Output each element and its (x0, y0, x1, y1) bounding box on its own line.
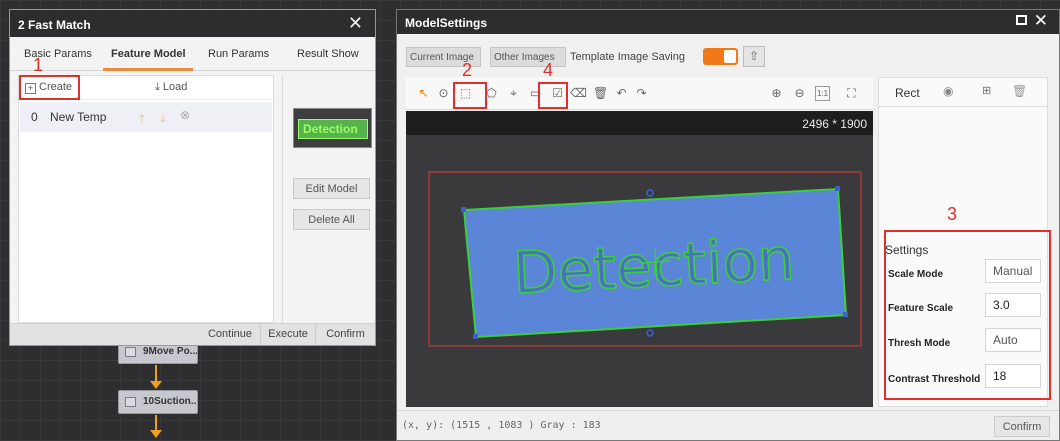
load-button[interactable]: ⤓ Load (155, 81, 187, 94)
roi-handle[interactable] (835, 186, 840, 191)
other-images-button[interactable]: Other Images (490, 47, 566, 67)
close-icon[interactable]: ✕ (1034, 11, 1048, 31)
panel-title-bar: 2 Fast Match ✕ (10, 10, 375, 37)
image-canvas[interactable]: 2496 * 1900 Detection (406, 111, 873, 407)
arrow-down-icon[interactable]: 🡓 (160, 110, 166, 129)
close-icon[interactable]: ✕ (348, 13, 363, 34)
annotation-box-create (19, 75, 80, 100)
confirm-button[interactable]: Confirm (315, 324, 375, 345)
panel-footer: Continue Execute Confirm (10, 323, 375, 345)
tab-bar: Basic Params Feature Model Run Params Re… (10, 37, 375, 71)
cursor-coordinates: (x, y): (1515 , 1083 ) Gray : 183 (402, 420, 601, 431)
continue-button[interactable]: Continue (200, 324, 260, 345)
annotation-box-rect-tool (453, 82, 487, 109)
arrow-up-icon[interactable]: 🡑 (139, 110, 145, 129)
confirm-button[interactable]: Confirm (994, 416, 1050, 437)
window-title-bar: ModelSettings ✕ (397, 10, 1059, 34)
shape-label: Rect (895, 86, 920, 100)
active-tab-indicator (103, 68, 193, 71)
circle-tool-icon[interactable]: ⊙ (436, 86, 451, 101)
tab-result-show[interactable]: Result Show (297, 48, 359, 60)
fast-match-panel: 2 Fast Match ✕ Basic Params Feature Mode… (9, 9, 376, 346)
fit-window-icon[interactable]: ⛶ (844, 86, 859, 101)
flow-node-suction[interactable]: 10Suction... (118, 390, 198, 414)
center-tool-icon[interactable]: ⌖ (506, 86, 521, 101)
panel-title: 2 Fast Match (18, 18, 91, 32)
eraser-icon[interactable]: ⌫ (570, 86, 587, 101)
zoom-in-icon[interactable]: ⊕ (769, 86, 784, 101)
flow-arrow-icon (150, 430, 162, 438)
annotation-number: 1 (33, 55, 44, 75)
rotate-handle[interactable] (646, 189, 654, 197)
download-icon: ⤓ (155, 81, 160, 93)
module-icon (125, 347, 136, 357)
delete-shape-icon[interactable]: 🗑 (1012, 84, 1027, 98)
list-item[interactable]: 0 New Temp 🡑 🡓 ⊗ (20, 102, 272, 132)
maximize-icon[interactable] (1016, 15, 1027, 25)
template-name: New Temp (50, 110, 107, 124)
upload-icon[interactable]: ⇧ (743, 46, 765, 67)
load-label: Load (162, 81, 188, 93)
remove-icon[interactable]: ⊗ (180, 108, 190, 122)
roi-handle[interactable] (461, 207, 466, 212)
roi-handle[interactable] (843, 312, 848, 317)
thumbnail-text: Detection (298, 119, 368, 139)
status-bar: (x, y): (1515 , 1083 ) Gray : 183 Confir… (397, 410, 1059, 440)
module-icon (125, 397, 136, 407)
delete-all-button[interactable]: Delete All (293, 209, 370, 230)
annotation-box-settings (884, 230, 1051, 400)
template-index: 0 (31, 110, 38, 124)
tab-feature-model[interactable]: Feature Model (111, 48, 186, 60)
annotation-number: 2 (462, 60, 473, 80)
roi-handle[interactable] (646, 329, 654, 337)
template-saving-label: Template Image Saving (570, 51, 685, 63)
template-thumbnail: Detection (293, 108, 372, 148)
toggle-knob (724, 50, 736, 63)
template-list: + Create ⤓ Load 0 New Temp 🡑 🡓 ⊗ (18, 75, 274, 323)
tab-run-params[interactable]: Run Params (208, 48, 269, 60)
flow-node-label: 10Suction... (143, 396, 198, 407)
template-saving-toggle[interactable] (703, 48, 738, 65)
redo-icon[interactable]: ↷ (634, 86, 649, 101)
add-shape-icon[interactable]: ⊞ (982, 84, 991, 97)
annotation-number: 3 (947, 204, 958, 224)
delete-icon[interactable]: 🗑 (593, 86, 608, 101)
pointer-icon[interactable]: ↖ (416, 86, 431, 101)
roi-overlay: Detection (428, 171, 862, 347)
edit-model-button[interactable]: Edit Model (293, 178, 370, 199)
eye-icon[interactable]: ◉ (943, 84, 953, 98)
annotation-number: 4 (543, 60, 554, 80)
image-source-bar: Current Image Other Images Template Imag… (406, 46, 1046, 68)
shape-toolbar: Rect ◉ ⊞ 🗑 (879, 78, 1047, 107)
flow-node-label: 9Move Po... (143, 346, 198, 357)
zoom-out-icon[interactable]: ⊖ (792, 86, 807, 101)
roi-handle[interactable] (473, 334, 478, 339)
actual-size-icon[interactable]: 1:1 (815, 86, 830, 101)
annotation-box-select-roi (538, 82, 568, 109)
flow-arrow-icon (150, 381, 162, 389)
window-title: ModelSettings (405, 16, 488, 30)
execute-button[interactable]: Execute (260, 324, 315, 345)
undo-icon[interactable]: ↶ (614, 86, 629, 101)
model-actions: Detection Edit Model Delete All (282, 75, 376, 323)
flow-connector (155, 415, 157, 431)
